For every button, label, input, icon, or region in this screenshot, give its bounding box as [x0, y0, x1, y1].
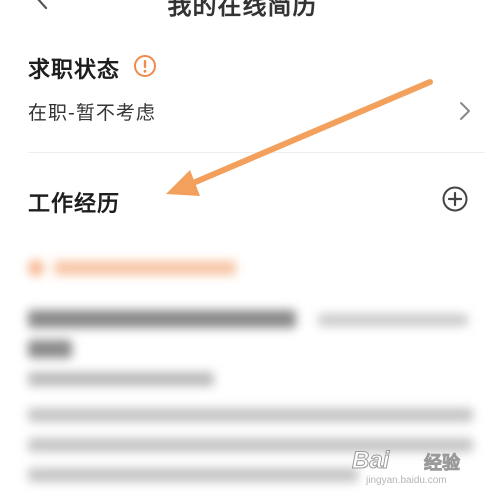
job-status-value: 在职-暂不考虑 — [28, 102, 156, 124]
watermark-url: jingyan.baidu.com — [366, 475, 447, 486]
top-bar: 我的在线简历 — [0, 0, 485, 24]
chevron-right-icon — [460, 102, 470, 120]
job-status-title: 求职状态 — [28, 58, 121, 83]
work-history-title: 工作经历 — [28, 192, 121, 217]
section-divider — [28, 152, 485, 153]
watermark-text: 经验 — [424, 453, 461, 475]
warning-circle-icon[interactable] — [133, 54, 157, 78]
job-status-row[interactable]: 在职-暂不考虑 — [0, 90, 485, 134]
page-title: 我的在线简历 — [167, 0, 318, 20]
baidu-watermark: Bai 经验 jingyan.baidu.com — [351, 443, 484, 489]
add-circle-icon[interactable] — [441, 185, 469, 213]
watermark-logo: Bai — [351, 447, 390, 475]
